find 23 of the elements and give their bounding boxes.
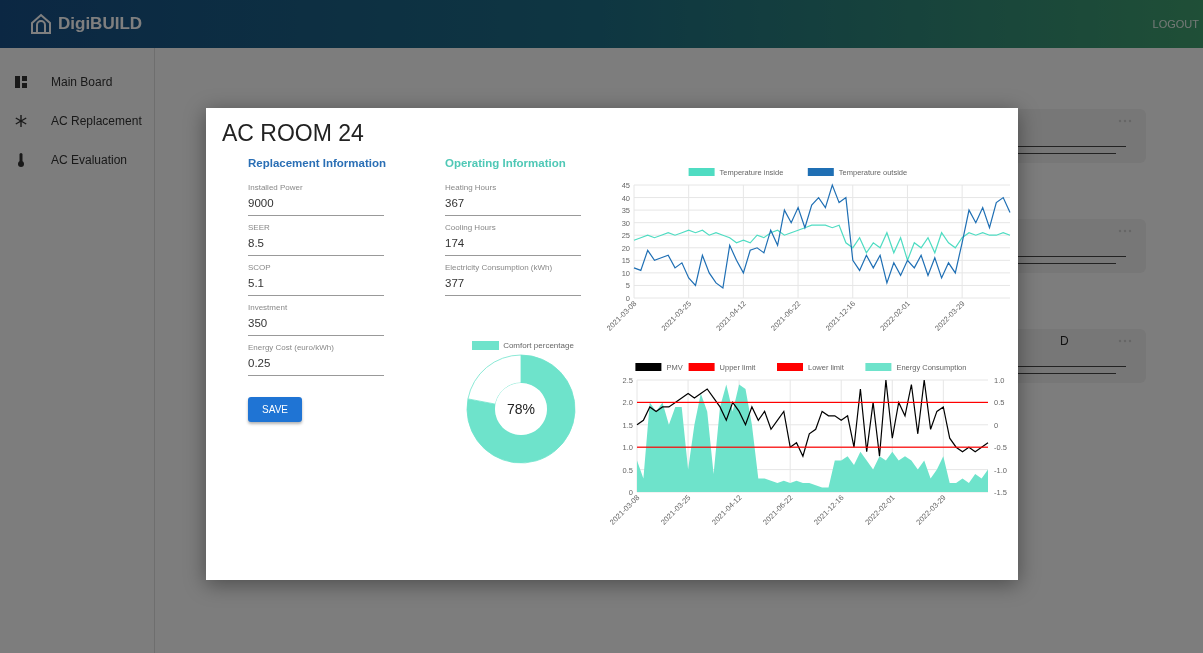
input-field[interactable]: Energy Cost (euro/kWh) 0.25 (248, 343, 384, 376)
percentage-label: 78% (507, 401, 535, 417)
thermometer-icon (15, 152, 27, 167)
input-field[interactable]: Installed Power 9000 (248, 183, 384, 216)
dialog-title: AC ROOM 24 (222, 120, 365, 147)
house-logo-icon (30, 13, 52, 35)
input-field[interactable]: Cooling Hours 174 (445, 223, 581, 256)
input-field[interactable]: SEER 8.5 (248, 223, 384, 256)
snowflake-icon (15, 114, 27, 127)
app-logo-text: DigiBUILD (58, 14, 143, 34)
sidebar-item[interactable]: AC Replacement (0, 101, 154, 140)
save-button[interactable]: SAVE (248, 397, 302, 422)
legend-label: Comfort percentage (503, 341, 574, 350)
input-field[interactable]: Investment 350 (248, 303, 384, 336)
section-heading: Replacement Information (248, 157, 384, 169)
input-field[interactable]: Heating Hours 367 (445, 183, 581, 216)
sidebar-item[interactable]: Main Board (0, 62, 154, 101)
sidebar-item[interactable]: AC Evaluation (0, 140, 154, 179)
input-field[interactable]: SCOP 5.1 (248, 263, 384, 296)
input-field[interactable]: Electricity Consumption (kWh) 377 (445, 263, 581, 296)
card-title: D (1060, 334, 1069, 348)
section-heading: Operating Information (445, 157, 567, 169)
dashboard-icon (15, 75, 27, 88)
